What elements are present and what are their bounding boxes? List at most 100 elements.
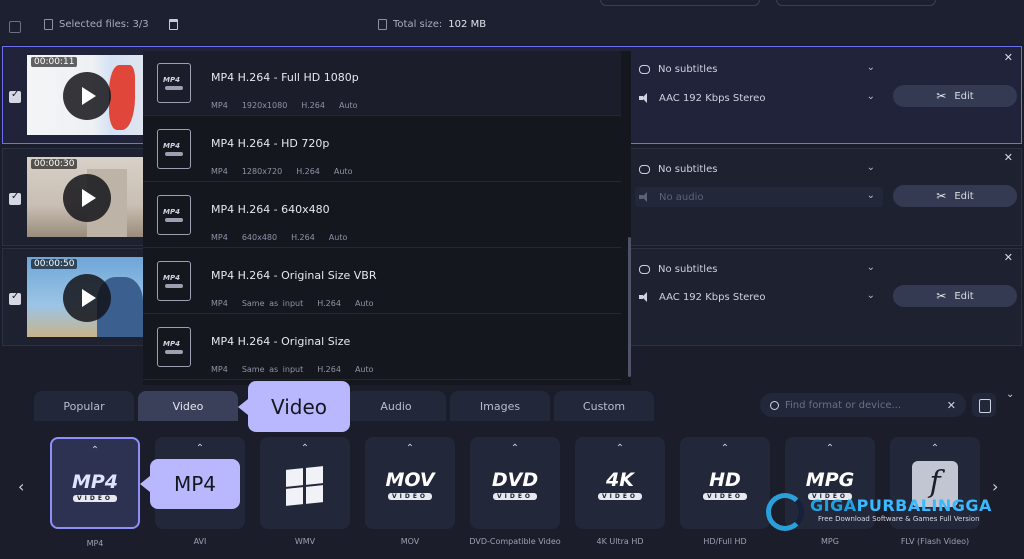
audio-dropdown[interactable]: AAC 192 Kbps Stereo ⌄ (635, 287, 883, 307)
preset-label: MP4 (86, 539, 104, 548)
format-option[interactable]: MP4 MP4 H.264 - Original Size MP4 Same as… (143, 315, 621, 380)
top-control-right[interactable] (776, 0, 936, 6)
hd-logo: HD VIDEO (680, 469, 770, 500)
4k-logo: 4K VIDEO (575, 469, 665, 500)
tab-custom[interactable]: Custom (554, 391, 654, 421)
mov-logo: MOV VIDEO (385, 469, 435, 500)
edit-button[interactable]: ✂ Edit (893, 285, 1017, 307)
search-input[interactable]: Find format or device... (785, 400, 901, 411)
preset-label: WMV (294, 537, 316, 546)
subtitles-dropdown[interactable]: No subtitles ⌄ (635, 159, 883, 179)
chevron-up-icon[interactable]: ⌃ (155, 443, 245, 454)
subtitles-icon (639, 64, 650, 74)
trash-icon[interactable] (168, 19, 178, 30)
tab-video[interactable]: Video (138, 391, 238, 421)
select-all-checkbox[interactable] (9, 21, 21, 33)
mp4-file-icon: MP4 (157, 63, 191, 103)
tab-popular[interactable]: Popular (34, 391, 134, 421)
file-checkbox[interactable] (9, 89, 21, 103)
video-thumbnail[interactable]: 00:00:11 (27, 55, 147, 135)
tools-icon: ✂ (936, 289, 947, 303)
audio-dropdown[interactable]: AAC 192 Kbps Stereo ⌄ (635, 88, 883, 108)
edit-button[interactable]: ✂ Edit (893, 185, 1017, 207)
format-list-scrollbar[interactable] (628, 237, 631, 377)
subtitles-dropdown[interactable]: No subtitles ⌄ (635, 59, 883, 79)
play-icon[interactable] (63, 174, 111, 222)
preset-label: HD/Full HD (703, 537, 747, 546)
video-thumbnail[interactable]: 00:00:30 (27, 157, 147, 237)
mp4-file-icon: MP4 (157, 129, 191, 169)
export-format-button[interactable] (972, 393, 996, 417)
format-specs: MP4 1280x720 H.264 Auto (211, 167, 353, 176)
speaker-icon (639, 292, 651, 302)
mp4-logo: MP4 VIDEO (71, 471, 119, 502)
mp4-file-icon: MP4 (157, 261, 191, 301)
preset-hd[interactable]: ⌃ HD VIDEO HD/Full HD (680, 437, 770, 546)
total-size-value: 102 MB (448, 19, 487, 30)
dvd-logo: DVD VIDEO (491, 469, 539, 500)
play-icon[interactable] (63, 72, 111, 120)
search-icon (770, 400, 779, 410)
preset-mov[interactable]: ⌃ MOV VIDEO MOV (365, 437, 455, 546)
tab-images[interactable]: Images (450, 391, 550, 421)
format-option[interactable]: MP4 MP4 H.264 - 640x480 MP4 640x480 H.264 A… (143, 183, 621, 248)
selected-files-label: Selected files: 3/3 (59, 19, 149, 30)
preset-label: DVD-Compatible Video (469, 537, 561, 546)
chevron-down-icon: ⌄ (866, 290, 875, 301)
mp4-file-icon: MP4 (157, 327, 191, 367)
subtitles-value: No subtitles (658, 63, 718, 75)
chevron-up-icon[interactable]: ⌃ (890, 443, 980, 454)
video-thumbnail[interactable]: 00:00:50 (27, 257, 147, 337)
preset-wmv[interactable]: ⌃ WMV (260, 437, 350, 546)
preset-label: MOV (400, 537, 420, 546)
preset-label: AVI (193, 537, 207, 546)
chevron-left-icon[interactable]: ‹ (18, 477, 24, 496)
close-icon[interactable]: ✕ (1004, 251, 1013, 264)
selected-files-info: Selected files: 3/3 (44, 19, 178, 30)
subtitles-dropdown[interactable]: No subtitles ⌄ (635, 259, 883, 279)
watermark-tagline: Free Download Software & Games Full Vers… (818, 515, 980, 523)
format-option[interactable]: MP4 MP4 H.264 - HD 720p MP4 1280x720 H.264… (143, 117, 621, 182)
close-icon[interactable]: ✕ (1004, 51, 1013, 64)
duration-badge: 00:00:11 (31, 57, 78, 67)
chevron-up-icon[interactable]: ⌃ (680, 443, 770, 454)
total-size-label: Total size: (393, 19, 443, 30)
chevron-up-icon[interactable]: ⌃ (260, 443, 350, 454)
tools-icon: ✂ (936, 89, 947, 103)
chevron-up-icon[interactable]: ⌃ (365, 443, 455, 454)
preset-dvd[interactable]: ⌃ DVD VIDEO DVD-Compatible Video (469, 437, 561, 546)
play-icon[interactable] (63, 274, 111, 322)
subtitles-icon (639, 164, 650, 174)
preset-4k[interactable]: ⌃ 4K VIDEO 4K Ultra HD (575, 437, 665, 546)
speaker-icon (639, 93, 651, 103)
chevron-up-icon[interactable]: ⌃ (785, 443, 875, 454)
file-checkbox[interactable] (9, 191, 21, 205)
audio-value: AAC 192 Kbps Stereo (659, 291, 766, 303)
close-icon[interactable]: ✕ (1004, 151, 1013, 164)
chevron-up-icon[interactable]: ⌃ (52, 445, 138, 456)
top-control-left[interactable] (600, 0, 760, 6)
file-checkbox[interactable] (9, 291, 21, 305)
audio-dropdown: No audio ⌄ (635, 187, 883, 207)
format-preset-list: ⌃ MP4 MP4 H.264 - Full HD 1080p MP41920x… (143, 51, 631, 385)
subtitles-icon (639, 264, 650, 274)
chevron-up-icon[interactable]: ⌃ (470, 443, 560, 454)
clear-search-icon[interactable]: ✕ (947, 399, 956, 412)
format-specs: MP4 Same as input H.264 Auto (211, 365, 374, 374)
duration-badge: 00:00:50 (31, 259, 78, 269)
chevron-up-icon[interactable]: ⌃ (575, 443, 665, 454)
edit-label: Edit (954, 290, 974, 302)
format-search[interactable]: Find format or device... ✕ (760, 393, 966, 417)
format-option[interactable]: MP4 MP4 H.264 - Full HD 1080p MP4 1920x10… (143, 51, 621, 116)
format-option[interactable]: MP4 MP4 H.264 - Original Size VBR MP4 Sam… (143, 249, 621, 314)
chevron-down-icon: ⌄ (866, 190, 875, 201)
format-tab-bar: Popular Video Audio Images Custom Find f… (0, 385, 1024, 425)
preset-mp4[interactable]: ⌃ MP4 VIDEO MP4 (50, 437, 140, 548)
tab-audio[interactable]: Audio (346, 391, 446, 421)
watermark-logo: GIGAPURBALINGGA Free Download Software &… (766, 493, 1006, 531)
mp4-file-icon: MP4 (157, 195, 191, 235)
audio-value: AAC 192 Kbps Stereo (659, 92, 766, 104)
tools-icon: ✂ (936, 189, 947, 203)
edit-button[interactable]: ✂ Edit (893, 85, 1017, 107)
chevron-down-icon[interactable]: ⌄ (1006, 389, 1014, 400)
